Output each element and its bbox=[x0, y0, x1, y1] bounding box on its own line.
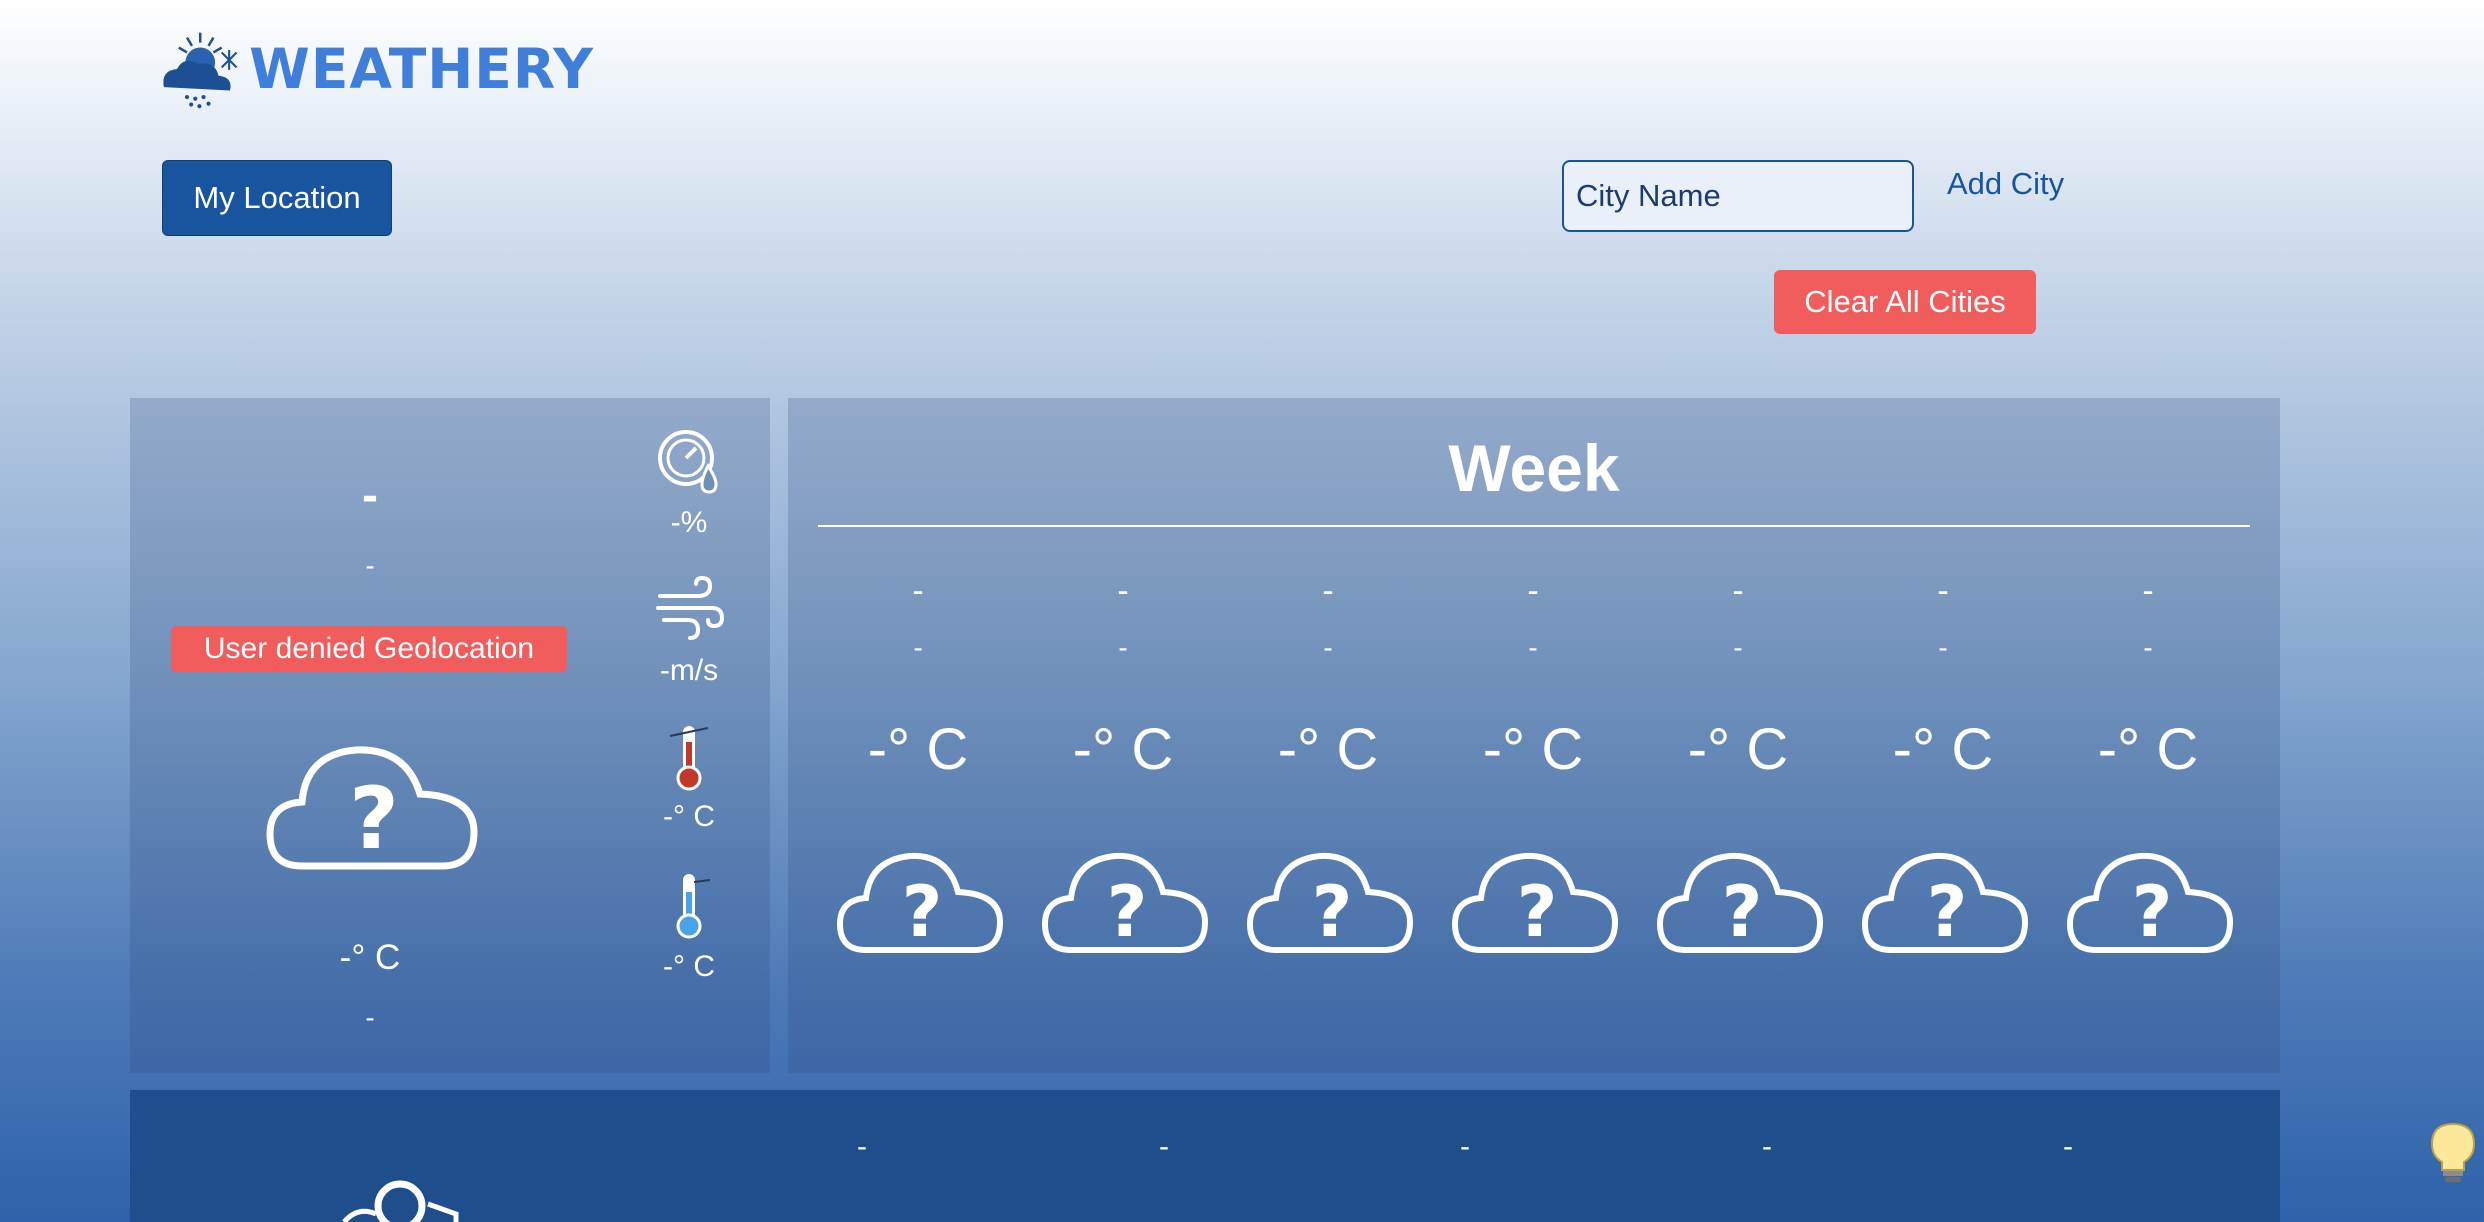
add-city-button[interactable]: Add City bbox=[1947, 166, 2064, 202]
wind-value: -m/s bbox=[659, 654, 719, 687]
week-day-name: - bbox=[1322, 572, 1334, 610]
thermometer-hot-icon bbox=[669, 726, 709, 791]
week-day-temperature: -° C bbox=[1482, 717, 1584, 782]
svg-text:?: ? bbox=[1517, 871, 1558, 953]
week-day-date: - bbox=[1528, 632, 1538, 663]
today-date: - bbox=[365, 550, 375, 581]
week-divider bbox=[818, 525, 2250, 527]
week-day-date: - bbox=[2143, 632, 2153, 663]
week-day-temperature: -° C bbox=[1072, 717, 1174, 782]
svg-text:?: ? bbox=[1312, 871, 1353, 953]
unknown-weather-icon: ? bbox=[1656, 852, 1824, 953]
unknown-weather-icon: ? bbox=[266, 746, 478, 870]
humidity-gauge-icon bbox=[658, 430, 718, 494]
week-day-date: - bbox=[1938, 632, 1948, 663]
location-pin-icon bbox=[342, 1180, 459, 1222]
week-day-name: - bbox=[1937, 572, 1949, 610]
unknown-weather-icon: ? bbox=[1451, 852, 1619, 953]
week-day-date: - bbox=[1323, 632, 1333, 663]
max-temperature-value: -° C bbox=[663, 800, 715, 833]
week-day-temperature: -° C bbox=[1687, 717, 1789, 782]
svg-text:?: ? bbox=[902, 871, 943, 953]
today-temperature: -° C bbox=[339, 938, 401, 977]
unknown-weather-icon: ? bbox=[1041, 852, 1209, 953]
svg-text:?: ? bbox=[1107, 871, 1148, 953]
week-title: Week bbox=[1448, 431, 1620, 505]
week-day-temperature: -° C bbox=[1277, 717, 1379, 782]
svg-text:?: ? bbox=[349, 769, 399, 869]
unknown-weather-icon: ? bbox=[2066, 852, 2234, 953]
week-day-temperature: -° C bbox=[867, 717, 969, 782]
week-day-name: - bbox=[2142, 572, 2154, 610]
unknown-weather-icon: ? bbox=[1861, 852, 2029, 953]
weather-logo-icon bbox=[163, 32, 238, 108]
week-day-name: - bbox=[912, 572, 924, 610]
saved-city-item[interactable]: - bbox=[1425, 1130, 1505, 1164]
saved-city-item[interactable]: - bbox=[822, 1130, 902, 1164]
saved-city-item[interactable]: - bbox=[1124, 1130, 1204, 1164]
week-day-temperature: -° C bbox=[2097, 717, 2199, 782]
wind-icon bbox=[656, 575, 724, 640]
week-day-date: - bbox=[913, 632, 923, 663]
my-location-button[interactable]: My Location bbox=[162, 160, 392, 236]
city-name-input[interactable] bbox=[1562, 160, 1914, 232]
week-day-name: - bbox=[1732, 572, 1744, 610]
brand-name: WEATHERY bbox=[249, 36, 594, 101]
geolocation-error-badge: User denied Geolocation bbox=[171, 626, 567, 672]
today-city: - bbox=[362, 469, 378, 522]
unknown-weather-icon: ? bbox=[836, 852, 1004, 953]
week-day-name: - bbox=[1117, 572, 1129, 610]
saved-city-item[interactable]: - bbox=[2028, 1130, 2108, 1164]
brand-logo: WEATHERY bbox=[154, 16, 594, 121]
week-day-date: - bbox=[1733, 632, 1743, 663]
svg-text:?: ? bbox=[1927, 871, 1968, 953]
week-day-name: - bbox=[1527, 572, 1539, 610]
min-temperature-value: -° C bbox=[663, 950, 715, 983]
svg-text:?: ? bbox=[2132, 871, 2173, 953]
week-day-date: - bbox=[1118, 632, 1128, 663]
week-day-temperature: -° C bbox=[1892, 717, 1994, 782]
lightbulb-icon[interactable] bbox=[2428, 1122, 2478, 1184]
today-description: - bbox=[365, 1002, 375, 1033]
thermometer-cold-icon bbox=[676, 874, 711, 939]
humidity-value: -% bbox=[670, 506, 708, 539]
svg-text:?: ? bbox=[1722, 871, 1763, 953]
saved-city-item[interactable]: - bbox=[1727, 1130, 1807, 1164]
unknown-weather-icon: ? bbox=[1246, 852, 1414, 953]
clear-all-cities-button[interactable]: Clear All Cities bbox=[1774, 270, 2036, 334]
